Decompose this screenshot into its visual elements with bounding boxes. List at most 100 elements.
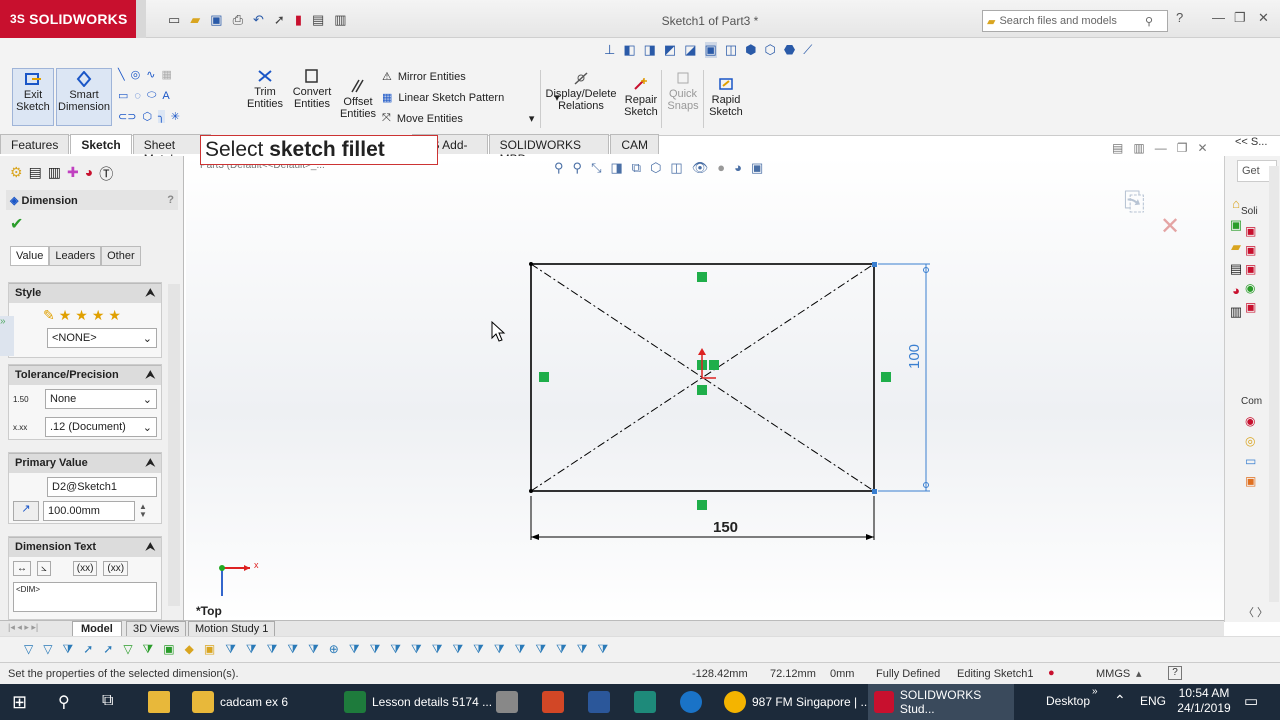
save-icon[interactable]: ▣ (210, 12, 222, 28)
text-position-icon[interactable]: ↔ (13, 561, 31, 576)
bottom-view-icon[interactable]: ◫ (725, 42, 737, 58)
display-delete-relations-button[interactable]: Display/Delete Relations (544, 70, 618, 112)
tab-mbd[interactable]: SOLIDWORKS MBD (488, 134, 610, 166)
dimension-text-header[interactable]: Dimension Text ⮝ (9, 537, 161, 557)
filter-icon[interactable]: ▣ (163, 642, 174, 657)
resource-item-icon[interactable]: ▣ (1245, 300, 1256, 314)
chevron-icon[interactable]: » (1092, 686, 1098, 697)
new-document-icon[interactable]: ▭ (168, 12, 180, 28)
close-icon[interactable]: ✕ (1258, 10, 1269, 26)
sketch-point[interactable] (529, 262, 533, 266)
search-icon[interactable]: ⚲ (58, 692, 70, 712)
save-style-icon[interactable]: ★ (92, 307, 105, 324)
vertical-relation-icon[interactable] (539, 372, 549, 382)
file-explorer-icon[interactable]: ▤ (1230, 261, 1242, 277)
filter-icon[interactable]: ⧩ (246, 642, 257, 657)
dimension-text-area[interactable]: <DIM> (13, 582, 157, 612)
text-icon[interactable]: A (162, 90, 169, 102)
sketch-point[interactable] (872, 262, 877, 267)
delete-style-icon[interactable]: ★ (75, 307, 88, 324)
primary-value-header[interactable]: Primary Value ⮝ (9, 453, 161, 473)
subtab-other[interactable]: Other (101, 246, 141, 266)
taskbar-item-powerpoint[interactable] (536, 684, 570, 720)
dropdown-arrow-icon[interactable]: ▴ (1136, 667, 1142, 680)
filter-icon[interactable]: ▽ (43, 642, 52, 657)
input-language[interactable]: ENG (1140, 694, 1166, 708)
mirror-entities-button[interactable]: ⚠ Mirror Entities (382, 70, 560, 84)
search-icon[interactable]: ⚲ (1145, 15, 1153, 28)
taskbar-item-app[interactable] (490, 684, 524, 720)
filter-icon[interactable]: ⧩ (370, 642, 381, 657)
back-view-icon[interactable]: ◨ (644, 42, 656, 58)
resource-item-icon[interactable]: ▣ (1245, 262, 1256, 276)
line-icon[interactable]: ╲ (118, 68, 125, 81)
load-style-icon[interactable]: ★ (108, 307, 121, 324)
dimxpert-icon[interactable]: ✚ (67, 164, 79, 184)
add-style-icon[interactable]: ★ (59, 307, 72, 324)
filter-icon[interactable]: ⧩ (287, 642, 298, 657)
linear-sketch-pattern-button[interactable]: ▦ Linear Sketch Pattern ▾ (382, 91, 560, 105)
circle-icon[interactable]: ◎ (131, 68, 141, 81)
community-icon[interactable]: ◉ (1245, 414, 1256, 428)
sketch-point[interactable] (529, 489, 533, 493)
quick-snaps-button[interactable]: Quick Snaps (664, 70, 702, 112)
parentheses-button[interactable]: (xx) (72, 561, 98, 576)
inspection-button[interactable]: (xx) (103, 561, 129, 576)
spline-icon[interactable]: ∿ (146, 68, 155, 81)
normal-to-icon[interactable]: ⊥ (604, 42, 615, 58)
solidworks-logo[interactable]: 3S SOLIDWORKS (0, 0, 136, 38)
filter-icon[interactable]: ▽ (123, 642, 132, 657)
point-icon[interactable]: ✳ (171, 110, 180, 123)
spinner-icon[interactable]: ▲ ▼ (139, 503, 147, 519)
resource-item-icon[interactable]: ▣ (1245, 243, 1256, 257)
taskbar-item-cp[interactable] (628, 684, 662, 720)
dropdown-arrow-icon[interactable]: ▾ (529, 112, 535, 125)
polygon-icon[interactable]: ⬡ (142, 110, 152, 123)
rebuild-status-icon[interactable]: ● (1048, 667, 1055, 679)
menu-pin[interactable] (136, 0, 146, 38)
configuration-icon[interactable]: ▥ (48, 164, 61, 184)
windows-start-icon[interactable]: ⊞ (12, 692, 27, 713)
help-icon[interactable]: ? (1168, 666, 1182, 680)
move-entities-button[interactable]: ⤧ Move Entities ▾ (382, 112, 560, 125)
slot-icon[interactable]: ⊂⊃ (118, 110, 136, 123)
top-view-icon[interactable]: ▣ (704, 42, 717, 58)
filter-icon[interactable]: ⧩ (577, 642, 588, 657)
tab-sketch[interactable]: Sketch (70, 134, 132, 154)
tab-cam[interactable]: CAM (610, 134, 659, 154)
property-manager-icon[interactable]: ▤ (29, 164, 42, 184)
right-view-icon[interactable]: ◪ (684, 42, 696, 58)
select-icon[interactable]: ➚ (103, 642, 113, 657)
forum-icon[interactable]: ◎ (1245, 434, 1256, 448)
tolerance-header[interactable]: Tolerance/Precision ⮝ (9, 365, 161, 385)
filter-icon[interactable]: ⧩ (390, 642, 401, 657)
filter-icon[interactable]: ⧩ (597, 642, 608, 657)
pm-scrollbar[interactable] (168, 284, 180, 606)
collapse-icon[interactable]: ⮝ (146, 369, 155, 382)
rapid-sketch-button[interactable]: Rapid Sketch (706, 76, 746, 118)
filter-icon[interactable]: ⧩ (143, 642, 154, 657)
coincident-relation-icon[interactable] (697, 385, 707, 395)
subtab-value[interactable]: Value (10, 246, 50, 266)
filter-icon[interactable]: ⧩ (452, 642, 463, 657)
graphics-area[interactable]: Part3 (Default<<Default>_... ⚲ ⚲ ⤡ ◨ ⧉ ⬡… (186, 156, 1224, 622)
tile-icon[interactable]: ▤ (1112, 141, 1123, 155)
taskbar-item-solidworks[interactable]: SOLIDWORKS Stud... (868, 684, 1014, 720)
filter-icon[interactable]: ⧩ (515, 642, 526, 657)
minimize-icon[interactable]: — (1155, 141, 1167, 155)
resource-item-icon[interactable]: ▣ (1245, 224, 1256, 238)
link-view-icon[interactable]: ⟋ (803, 42, 812, 58)
filter-icon[interactable]: ⧩ (535, 642, 546, 657)
task-pane-scrollbar[interactable] (1269, 166, 1279, 602)
style-header[interactable]: Style ⮝ (9, 283, 161, 303)
dimension-name-field[interactable]: D2@Sketch1 (47, 477, 157, 497)
convert-entities-button[interactable]: Convert Entities (290, 68, 334, 110)
file-explorer-icon[interactable] (148, 691, 170, 713)
horizontal-relation-icon[interactable] (697, 500, 707, 510)
unit-system[interactable]: MMGS (1096, 668, 1130, 680)
ellipse-icon[interactable]: ⬭ (147, 89, 156, 102)
open-folder-icon[interactable]: ▰ (190, 12, 200, 28)
expand-handle-icon[interactable]: » (0, 316, 14, 356)
collapse-icon[interactable]: ⮝ (146, 541, 155, 554)
print-icon[interactable]: ⎙ (233, 12, 243, 28)
